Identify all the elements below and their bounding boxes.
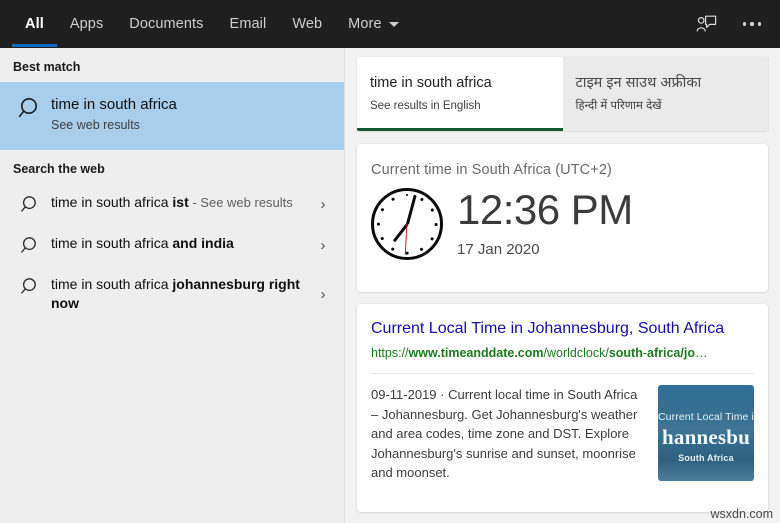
best-match-text: time in south africa See web results — [49, 95, 332, 134]
nav-tab-documents-label: Documents — [129, 16, 204, 32]
language-tab-bar: time in south africa See results in Engl… — [357, 57, 768, 131]
web-suggestion-item[interactable]: time in south africa and india › — [0, 225, 344, 266]
suggestion-prefix: time in south africa — [51, 276, 173, 292]
nav-tab-email-label: Email — [229, 16, 267, 32]
clock-minute-hand — [405, 194, 417, 225]
nav-tab-all-label: All — [25, 16, 44, 32]
current-date-value: 17 Jan 2020 — [457, 241, 540, 258]
search-flyout: All Apps Documents Email Web More Best m… — [0, 0, 780, 523]
web-result-card: Current Local Time in Johannesburg, Sout… — [357, 304, 768, 512]
url-part: https:// — [371, 346, 409, 360]
nav-tab-web-label: Web — [292, 16, 323, 32]
url-part: /worldclock/ — [543, 346, 609, 360]
chevron-down-icon — [388, 21, 399, 27]
clock-second-hand — [404, 223, 408, 255]
web-suggestion-title: time in south africa johannesburg right … — [51, 275, 310, 313]
language-tab-hindi[interactable]: टाइम इन साउथ अफ्रीका हिन्दी में परिणाम द… — [562, 57, 768, 131]
best-match-title: time in south africa — [51, 96, 177, 113]
chevron-right-icon[interactable]: › — [310, 286, 332, 303]
watermark: wsxdn.com — [710, 507, 773, 521]
best-match-section-label: Best match — [13, 60, 81, 74]
url-part-bold: africa/jo — [647, 346, 695, 360]
thumbnail-line-3: South Africa — [678, 453, 734, 463]
web-result-thumbnail[interactable]: Current Local Time in hannesbu South Afr… — [658, 385, 754, 481]
analog-clock-icon — [371, 188, 443, 260]
top-nav-actions — [688, 0, 770, 48]
web-result-snippet: 09-11-2019 · Current local time in South… — [371, 387, 638, 480]
current-time-text: 12:36 PM 17 Jan 2020 — [443, 186, 633, 258]
preview-panel: time in south africa See results in Engl… — [346, 48, 780, 523]
web-suggestion-text: time in south africa and india — [49, 234, 310, 253]
url-part: … — [694, 346, 708, 360]
language-tab-english-subtitle: See results in English — [370, 100, 481, 112]
nav-tab-more-label: More — [348, 16, 382, 32]
results-list-panel: Best match time in south africa See web … — [0, 48, 345, 523]
suggestion-bold: and india — [172, 235, 234, 251]
nav-tab-more[interactable]: More — [335, 0, 411, 48]
web-suggestion-title: time in south africa and india — [51, 234, 310, 253]
web-suggestion-item[interactable]: time in south africa johannesburg right … — [0, 266, 344, 322]
suggestion-suffix: - See web results — [188, 195, 293, 210]
nav-tab-web[interactable]: Web — [279, 0, 335, 48]
web-result-url[interactable]: https://www.timeanddate.com/worldclock/s… — [371, 345, 754, 362]
web-result-title[interactable]: Current Local Time in Johannesburg, Sout… — [371, 318, 754, 339]
language-tab-hindi-title: टाइम इन साउथ अफ्रीका — [575, 75, 702, 91]
suggestion-prefix: time in south africa — [51, 235, 173, 251]
best-match-item[interactable]: time in south africa See web results — [0, 82, 344, 150]
search-icon — [13, 95, 49, 122]
top-nav-bar: All Apps Documents Email Web More — [0, 0, 780, 48]
nav-tab-email[interactable]: Email — [217, 0, 280, 48]
suggestion-bold: ist — [172, 194, 189, 210]
thumbnail-line-1: Current Local Time in — [658, 411, 754, 423]
current-time-body: 12:36 PM 17 Jan 2020 — [357, 178, 768, 260]
web-result-body: 09-11-2019 · Current local time in South… — [371, 385, 754, 483]
current-time-heading: Current time in South Africa (UTC+2) — [371, 162, 612, 178]
search-icon — [13, 275, 49, 298]
nav-tab-documents[interactable]: Documents — [116, 0, 216, 48]
nav-tab-apps[interactable]: Apps — [57, 0, 116, 48]
best-match-subtitle: See web results — [51, 118, 140, 132]
chevron-right-icon[interactable]: › — [310, 196, 332, 213]
current-time-value: 12:36 PM — [457, 186, 633, 233]
search-icon — [13, 193, 49, 216]
nav-tab-apps-label: Apps — [69, 16, 104, 32]
search-icon — [13, 234, 49, 257]
nav-active-underline — [12, 44, 57, 47]
current-time-card: Current time in South Africa (UTC+2) 12:… — [357, 144, 768, 292]
nav-tab-list: All Apps Documents Email Web More — [12, 0, 412, 48]
nav-tab-all[interactable]: All — [12, 0, 57, 48]
suggestion-prefix: time in south africa — [51, 194, 173, 210]
search-web-section-label: Search the web — [13, 162, 105, 176]
ellipsis-dots — [742, 22, 762, 26]
web-suggestion-text: time in south africa ist - See web resul… — [49, 193, 310, 212]
url-part-bold: www.timeanddate.com — [408, 346, 544, 360]
web-suggestion-item[interactable]: time in south africa ist - See web resul… — [0, 184, 344, 225]
divider — [371, 373, 754, 374]
web-suggestion-title: time in south africa ist - See web resul… — [51, 193, 310, 212]
web-suggestion-text: time in south africa johannesburg right … — [49, 275, 310, 313]
thumbnail-line-2: hannesbu — [662, 425, 750, 449]
language-tab-hindi-subtitle: हिन्दी में परिणाम देखें — [575, 100, 662, 112]
person-feedback-icon[interactable] — [688, 6, 724, 42]
chevron-right-icon[interactable]: › — [310, 237, 332, 254]
language-tab-english-title: time in south africa — [370, 75, 492, 91]
language-tab-active-underline — [357, 128, 563, 131]
language-tab-english[interactable]: time in south africa See results in Engl… — [357, 57, 563, 131]
ellipsis-icon[interactable] — [734, 6, 770, 42]
url-part-bold: south — [608, 346, 643, 360]
